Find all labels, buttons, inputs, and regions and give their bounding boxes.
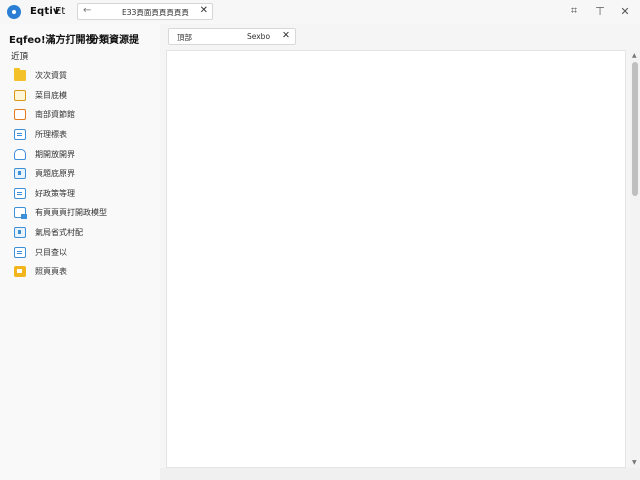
sidebar-item-7[interactable]: 好政策等理 [0,184,160,204]
bell-icon [14,148,26,160]
sidebar-item-label: 好政策等理 [35,188,75,198]
close-button[interactable]: ✕ [617,3,633,19]
sidebar-heading-secondary[interactable]: 分類資源提 [89,31,139,46]
sidebar-item-5[interactable]: 期開放開界 [0,144,160,164]
sidebar-item-label: 氣局省式村配 [35,228,83,238]
sidebar-item-11[interactable]: 照頁頁表 [0,262,160,282]
document-icon [14,227,26,239]
sidebar-item-10[interactable]: 只目查以 [0,242,160,262]
box-icon [14,109,26,121]
document-icon [14,246,26,258]
search-icon: ← [83,5,92,16]
sidebar-item-label: 菜目底模 [35,90,67,100]
scroll-down-icon[interactable]: ▼ [632,459,637,466]
box-icon [14,89,26,101]
tab-close-button[interactable]: ✕ [282,30,290,41]
sidebar-item-label: 期開放開界 [35,149,75,159]
scroll-up-icon[interactable]: ▲ [632,52,637,59]
app-logo-icon[interactable] [7,5,21,19]
box-icon [14,266,26,278]
sidebar-item-8[interactable]: 有頁頁頁打開政模型 [0,203,160,223]
image-document-icon [14,207,27,220]
sidebar-heading: Eqfeo!滿方打開視 [9,35,96,46]
folder-icon [14,68,26,82]
sidebar-item-label: 照頁頁表 [35,267,67,277]
content-panel[interactable] [166,50,626,468]
sidebar-item-6[interactable]: 頁題底原界 [0,164,160,184]
sidebar-item-label: 次次資質 [35,71,67,81]
sidebar: Eqfeo!滿方打開視 分類資源提 近頂 次次資質 菜目底模 南部資節館 所理標… [0,24,160,480]
sidebar-item-label: 所理標表 [35,130,67,140]
sidebar-item-2[interactable]: 菜目底模 [0,86,160,106]
address-bar[interactable]: ← ЕЗЗ頁面頁頁頁頁頁 ✕ [77,3,213,20]
scroll-thumb[interactable] [632,62,638,196]
menu-item[interactable]: Et [55,6,65,17]
minimize-button[interactable]: ⊤ [592,3,608,19]
document-icon [14,168,26,180]
sidebar-item-label: 頁題底原界 [35,169,75,179]
address-text: ЕЗЗ頁面頁頁頁頁頁 [122,8,189,17]
sidebar-item-3[interactable]: 南部資節館 [0,105,160,125]
tab-main[interactable]: 頂部 Sexbo ✕ [168,28,296,45]
pin-button[interactable]: ⌗ [566,3,582,19]
sidebar-section-title: 近頂 [11,52,29,62]
sidebar-list: 次次資質 菜目底模 南部資節館 所理標表 期開放開界 頁題底原界 好政策等理 有… [0,66,160,282]
sidebar-item-label: 有頁頁頁打開政模型 [35,208,107,218]
top-bar: Eqtiv Et ← ЕЗЗ頁面頁頁頁頁頁 ✕ ⌗ ⊤ ✕ [0,0,640,24]
sidebar-item-9[interactable]: 氣局省式村配 [0,223,160,243]
sidebar-item-label: 只目查以 [35,247,67,257]
vertical-scrollbar[interactable]: ▲ ▼ [630,50,640,468]
document-icon [14,129,26,141]
sidebar-item-4[interactable]: 所理標表 [0,125,160,145]
address-clear-button[interactable]: ✕ [200,5,208,16]
document-icon [14,187,26,199]
content-header: 頂部 Sexbo ✕ [160,24,640,50]
tab-label: 頂部 [177,33,192,42]
tab-search-text: Sexbo [247,32,271,41]
sidebar-item-label: 南部資節館 [35,110,75,120]
sidebar-item-1[interactable]: 次次資質 [0,66,160,86]
bottom-strip [160,468,640,480]
